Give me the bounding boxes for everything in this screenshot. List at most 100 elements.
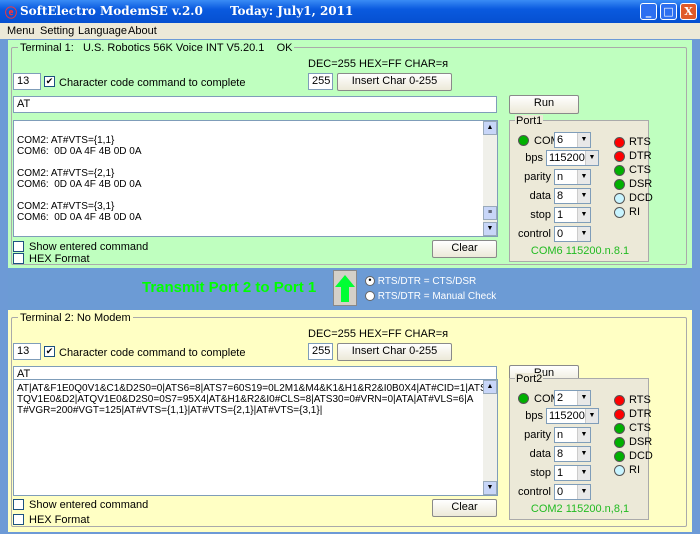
stop-select[interactable]: 1 ▼ [554,465,591,481]
char-code-input[interactable]: 13 [13,343,41,360]
bps-value: 115200 [549,152,585,164]
bps-label: bps [525,410,543,422]
menu-bar: Menu Setting Language About [0,23,700,39]
com-value: 2 [557,392,564,404]
char-code-checkbox[interactable]: ✔ [44,346,55,357]
terminal-output[interactable]: AT|AT&F1E0Q0V1&C1&D2S0=0|ATS6=8|ATS7=60S… [13,379,498,496]
insert-char-input[interactable]: 255 [308,73,333,90]
control-label: control [517,228,551,240]
title-bar: ⓔ SoftElectro ModemSE v.2.0 Today: July1… [0,0,700,23]
bps-value: 115200 [549,410,585,422]
control-value: 0 [557,486,564,498]
port-title: Port1 [515,115,544,127]
com-select[interactable]: 2 ▼ [554,390,591,406]
port-group: Port1 COM 6 ▼ bps 115200 ▼ parity n ▼ data 8 ▼ stop 1… [509,115,653,262]
hex-format-checkbox[interactable] [13,253,24,264]
signal-led [614,151,625,162]
run-button[interactable]: Run [509,95,579,114]
data-label: data [529,190,551,202]
terminal-output[interactable]: COM2: AT#VTS={1,1} COM6: 0D 0A 4F 4B 0D … [13,120,498,237]
parity-label: parity [524,429,551,441]
close-button[interactable]: X [680,3,697,20]
menu-language[interactable]: Language [78,25,127,37]
maximize-button[interactable]: □ [660,3,677,20]
port-status: COM2 115200.n,8,1 [530,503,630,515]
hex-format-label: HEX Format [29,253,90,265]
show-command-label: Show entered command [29,241,149,253]
clear-button[interactable]: Clear [432,240,497,258]
date-label: Today: July1, 2011 [230,4,354,18]
signal-label: DTR [629,150,652,162]
show-command-checkbox[interactable] [13,499,24,510]
minimize-button[interactable]: _ [640,3,657,20]
stop-label: stop [530,209,551,221]
control-select[interactable]: 0 ▼ [554,484,591,500]
bps-select[interactable]: 115200 ▼ [546,408,599,424]
chevron-down-icon: ▼ [585,409,598,423]
stop-value: 1 [557,209,564,221]
stop-select[interactable]: 1 ▼ [554,207,591,223]
hex-format-checkbox[interactable] [13,514,24,525]
scrollbar[interactable]: ▲ ▼ [483,380,497,495]
app-icon: ⓔ [5,6,18,20]
control-label: control [517,486,551,498]
menu-about[interactable]: About [128,25,157,37]
port-group: Port2 COM 2 ▼ bps 115200 ▼ parity n ▼ data 8 ▼ stop 1… [509,373,653,520]
insert-char-button[interactable]: Insert Char 0-255 [337,343,452,361]
data-select[interactable]: 8 ▼ [554,446,591,462]
data-select[interactable]: 8 ▼ [554,188,591,204]
chevron-down-icon: ▼ [577,227,590,241]
insert-char-input[interactable]: 255 [308,343,333,360]
transmit-button[interactable] [333,270,357,306]
com-select[interactable]: 6 ▼ [554,132,591,148]
signal-label: RI [629,206,640,218]
data-value: 8 [557,190,564,202]
com-value: 6 [557,134,564,146]
parity-select[interactable]: n ▼ [554,169,591,185]
chevron-down-icon: ▼ [577,170,590,184]
parity-label: parity [524,171,551,183]
control-select[interactable]: 0 ▼ [554,226,591,242]
menu-menu[interactable]: Menu [7,25,35,37]
scroll-down-icon[interactable]: ▼ [483,222,497,236]
radio-manual-check[interactable]: RTS/DTR = Manual Check [365,291,496,302]
signal-label: DSR [629,436,653,448]
signal-led [614,179,625,190]
bps-select[interactable]: 115200 ▼ [546,150,599,166]
signal-led [614,409,625,420]
chevron-down-icon: ▼ [577,485,590,499]
scroll-up-icon[interactable]: ▲ [483,121,497,135]
output-text: AT|AT&F1E0Q0V1&C1&D2S0=0|ATS6=8|ATS7=60S… [17,383,498,416]
terminal-2-panel: Terminal 2: No Modem DEC=255 HEX=FF CHAR… [8,310,692,532]
data-label: data [529,448,551,460]
chevron-down-icon: ▼ [577,466,590,480]
radio-label: RTS/DTR = CTS/DSR [377,276,477,287]
menu-setting[interactable]: Setting [40,25,74,37]
signal-label: DSR [629,178,653,190]
signal-led [614,165,625,176]
show-command-checkbox[interactable] [13,241,24,252]
parity-value: n [557,429,564,441]
scroll-up-icon[interactable]: ▲ [483,380,497,394]
command-input[interactable]: AT [13,96,497,113]
parity-select[interactable]: n ▼ [554,427,591,443]
signal-label: DCD [629,192,653,204]
transmit-label: Transmit Port 2 to Port 1 [142,279,317,296]
signal-label: DCD [629,450,653,462]
clear-button[interactable]: Clear [432,499,497,517]
scrollbar[interactable]: ▲ ≡ ▼ [483,121,497,236]
app-name: SoftElectro [20,4,96,18]
char-code-checkbox[interactable]: ✔ [44,76,55,87]
signal-label: CTS [629,422,651,434]
com-status-led [518,393,529,404]
scroll-thumb[interactable]: ≡ [483,206,497,220]
radio-cts-dsr[interactable]: • RTS/DTR = CTS/DSR [365,276,476,287]
port-status: COM6 115200.n.8.1 [530,245,630,257]
port-title: Port2 [515,373,544,385]
chevron-down-icon: ▼ [577,208,590,222]
output-text: COM2: AT#VTS={1,1} COM6: 0D 0A 4F 4B 0D … [17,135,142,223]
insert-char-button[interactable]: Insert Char 0-255 [337,73,452,91]
terminal-1-panel: Terminal 1: U.S. Robotics 56K Voice INT … [8,40,692,268]
scroll-down-icon[interactable]: ▼ [483,481,497,495]
char-code-input[interactable]: 13 [13,73,41,90]
